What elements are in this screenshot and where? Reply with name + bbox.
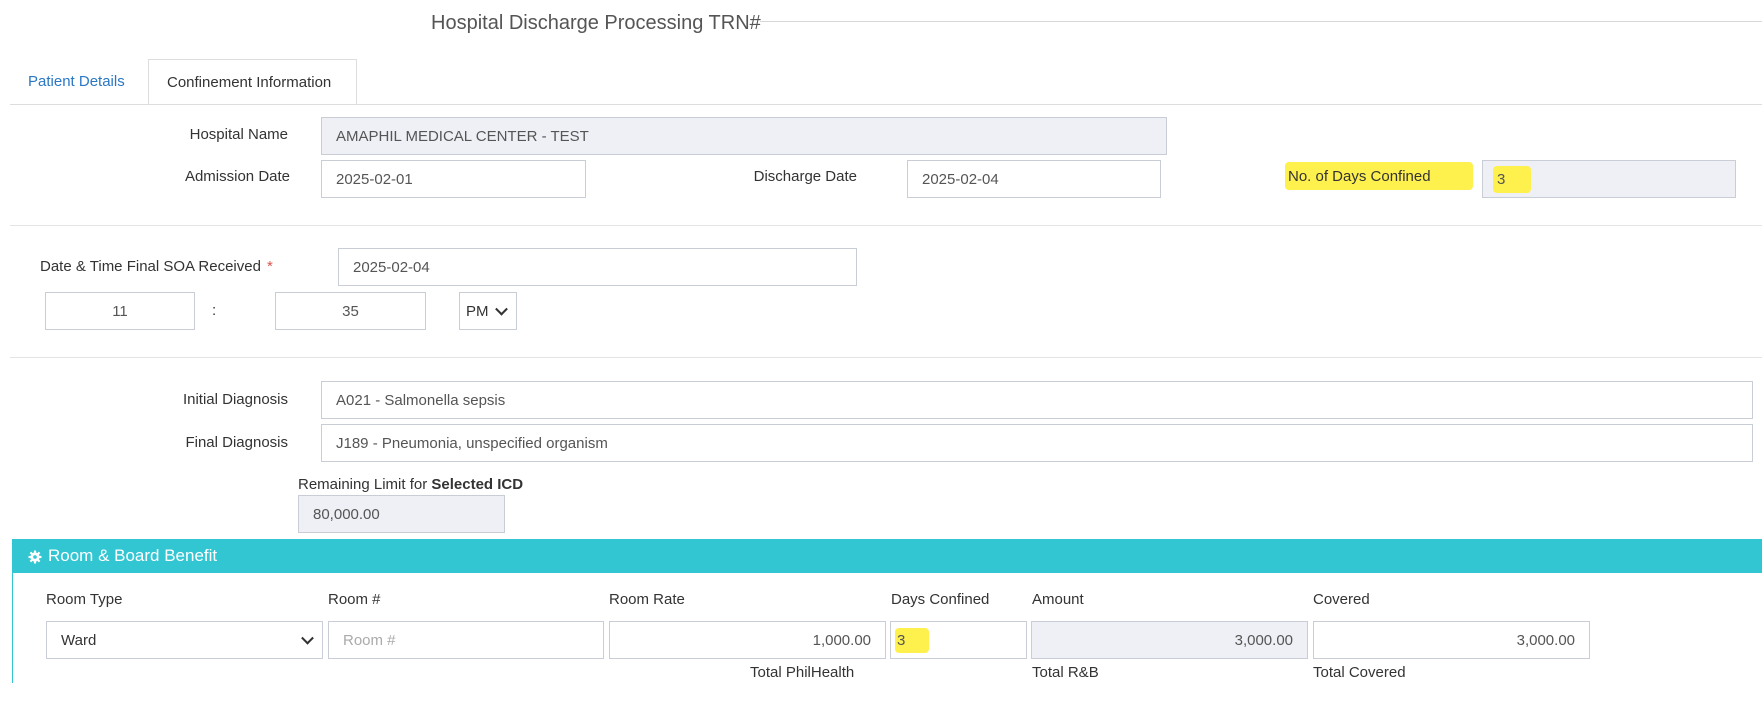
days-confined-value: 3	[1497, 170, 1506, 188]
amount-field[interactable]: 3,000.00	[1031, 621, 1308, 659]
page-title: Hospital Discharge Processing TRN#	[431, 12, 761, 34]
total-covered-label: Total Covered	[1313, 664, 1406, 681]
ampm-value: PM	[466, 302, 489, 320]
amount-header: Amount	[1032, 591, 1084, 608]
days-confined-input[interactable]: 3	[890, 621, 1027, 659]
tab-confinement-information[interactable]: Confinement Information	[148, 59, 357, 105]
divider	[10, 225, 1762, 226]
remaining-limit-label: Remaining Limit for Selected ICD	[298, 476, 523, 493]
initial-diagnosis-label: Initial Diagnosis	[182, 391, 288, 408]
remaining-limit-field[interactable]: 80,000.00	[298, 495, 505, 533]
room-type-select[interactable]: Ward	[46, 621, 323, 659]
days-confined-input-value: 3	[897, 631, 906, 649]
room-no-header: Room #	[328, 591, 381, 608]
days-confined-header: Days Confined	[891, 591, 990, 608]
hospital-name-field[interactable]: AMAPHIL MEDICAL CENTER - TEST	[321, 117, 1167, 155]
room-type-value: Ward	[61, 631, 97, 649]
chevron-down-icon	[301, 631, 314, 645]
remaining-limit-prefix: Remaining Limit for	[298, 476, 432, 493]
room-rate-input[interactable]: 1,000.00	[609, 621, 886, 659]
total-philhealth-label: Total PhilHealth	[750, 664, 855, 681]
days-confined-label: No. of Days Confined	[1288, 168, 1431, 185]
days-confined-field[interactable]: 3	[1482, 160, 1736, 198]
final-diagnosis-label: Final Diagnosis	[185, 434, 288, 451]
final-diagnosis-field[interactable]: J189 - Pneumonia, unspecified organism	[321, 424, 1753, 462]
room-rate-header: Room Rate	[609, 591, 685, 608]
title-divider	[760, 21, 1762, 22]
covered-header: Covered	[1313, 591, 1370, 608]
soa-received-label-text: Date & Time Final SOA Received	[40, 258, 261, 275]
soa-minute-field[interactable]: 35	[275, 292, 426, 330]
time-separator: :	[212, 302, 217, 319]
admission-date-label: Admission Date	[184, 168, 290, 185]
hospital-name-label: Hospital Name	[189, 126, 288, 143]
tabs-divider	[10, 104, 1762, 105]
discharge-date-label: Discharge Date	[753, 168, 857, 185]
room-board-section-header: Room & Board Benefit	[12, 539, 1762, 573]
room-board-title: Room & Board Benefit	[48, 546, 218, 565]
gear-icon	[28, 549, 42, 564]
chevron-down-icon	[495, 302, 508, 316]
total-rb-label: Total R&B	[1032, 664, 1099, 681]
soa-received-label: Date & Time Final SOA Received *	[40, 258, 273, 275]
soa-hour-field[interactable]: 11	[45, 292, 195, 330]
soa-date-field[interactable]: 2025-02-04	[338, 248, 857, 286]
discharge-date-field[interactable]: 2025-02-04	[907, 160, 1161, 198]
divider	[10, 357, 1762, 358]
room-no-input[interactable]: Room #	[328, 621, 604, 659]
required-mark: *	[266, 258, 273, 275]
ampm-select[interactable]: PM	[459, 292, 517, 330]
tab-patient-details[interactable]: Patient Details	[10, 59, 143, 105]
initial-diagnosis-field[interactable]: A021 - Salmonella sepsis	[321, 381, 1753, 419]
section-border	[12, 573, 13, 683]
room-type-header: Room Type	[46, 591, 123, 608]
covered-input[interactable]: 3,000.00	[1313, 621, 1590, 659]
remaining-limit-bold: Selected ICD	[431, 476, 524, 493]
admission-date-field[interactable]: 2025-02-01	[321, 160, 586, 198]
